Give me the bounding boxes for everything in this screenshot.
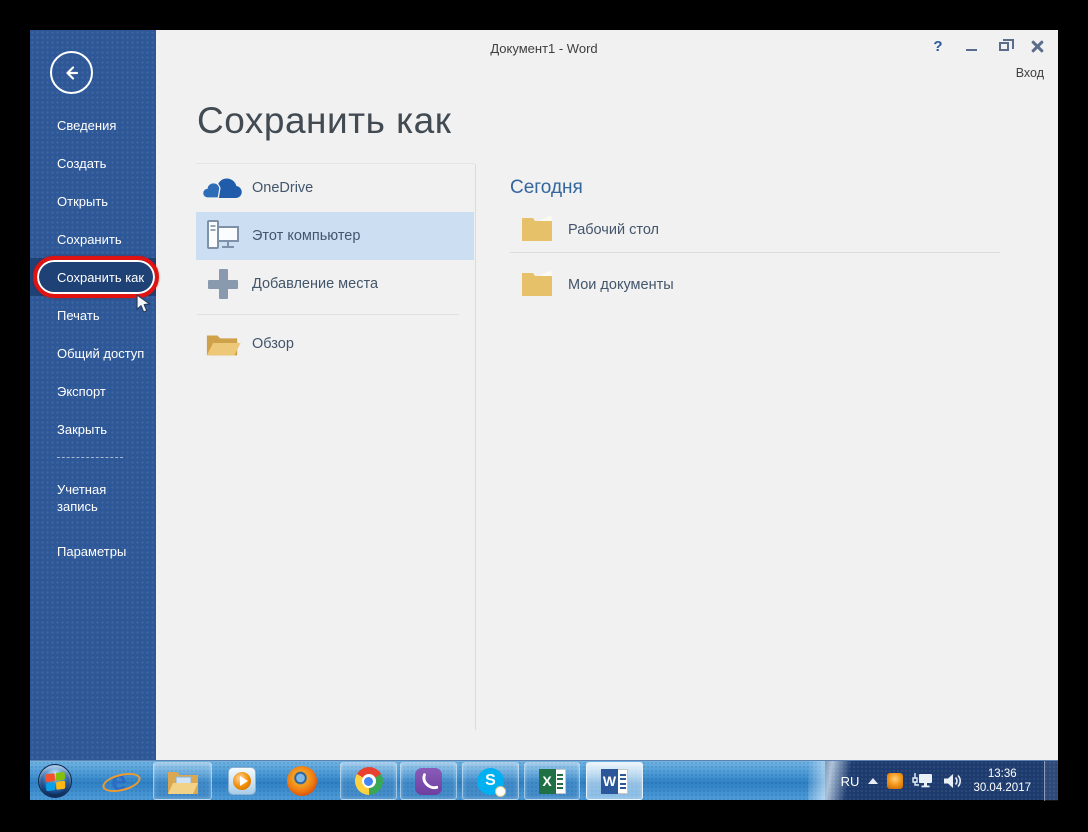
column-divider [475,164,476,730]
taskbar-item-firefox[interactable] [287,766,317,796]
place-label: Этот компьютер [252,228,361,244]
ie-icon: e [104,766,134,796]
skype-status-dot [495,785,506,797]
skype-icon: S [477,767,506,797]
language-indicator[interactable]: RU [841,774,860,789]
taskbar-item-viber[interactable] [400,762,457,800]
place-label: Добавление места [252,276,379,292]
tray-date: 30.04.2017 [973,782,1031,794]
start-button[interactable] [38,764,72,798]
place-label: OneDrive [252,180,314,196]
taskbar-item-excel[interactable]: X [524,762,580,800]
sidebar-item-print[interactable]: Печать [30,296,156,334]
sidebar-item-options[interactable]: Параметры [30,532,156,570]
taskbar-item-explorer[interactable] [153,762,212,800]
sidebar-item-share[interactable]: Общий доступ [30,334,156,372]
backstage-sidebar: Сведения Создать Открыть Сохранить Сохра… [30,30,156,760]
volume-icon[interactable] [943,773,962,789]
sidebar-separator [57,457,123,458]
network-icon[interactable] [912,772,934,790]
close-button[interactable] [1024,35,1050,57]
folder-icon [520,267,554,304]
minimize-icon [965,49,977,51]
media-player-icon [228,767,256,795]
folder-label: Рабочий стол [568,222,660,238]
window-controls: ? [925,35,1050,57]
sidebar-item-label: Общий доступ [57,345,145,361]
sidebar-item-label: Сохранить [57,231,122,247]
taskbar-item-wmp[interactable] [227,766,257,796]
firefox-icon [287,766,317,796]
sidebar-item-label: Учетная запись [57,482,107,514]
place-item-onedrive[interactable]: OneDrive [196,164,474,212]
sidebar-item-label: Создать [57,155,107,171]
sidebar-item-label: Открыть [57,193,109,209]
page-title: Сохранить как [197,100,452,141]
sidebar-item-export[interactable]: Экспорт [30,372,156,410]
sidebar-item-label: Экспорт [57,383,106,399]
close-icon [1031,40,1044,53]
browse-folder-icon [200,330,246,358]
hidden-icons-chevron-icon[interactable] [868,778,879,784]
sidebar-item-save[interactable]: Сохранить [30,220,156,258]
taskbar: e S X W RU 13:36 30.04.2017 [30,760,1058,801]
place-label: Обзор [252,336,294,352]
word-icon: W [601,768,628,794]
computer-icon [200,218,246,254]
back-arrow-icon [65,65,78,80]
window-title: Документ1 - Word [490,41,598,56]
tray-time: 13:36 [987,768,1017,780]
place-item-this-pc[interactable]: Этот компьютер [196,212,474,260]
folder-icon [520,212,554,249]
place-item-browse[interactable]: Обзор [196,320,474,368]
recent-group-heading: Сегодня [510,177,583,198]
onedrive-cloud-icon [200,176,246,200]
tray-app-icon[interactable] [887,773,904,789]
folder-item-my-documents[interactable]: Мои документы [510,263,1010,307]
folder-label: Мои документы [568,277,674,293]
sidebar-item-account[interactable]: Учетная запись [30,474,156,522]
taskbar-item-ie[interactable]: e [104,766,134,796]
chrome-icon [354,767,383,795]
sidebar-item-label: Закрыть [57,421,108,437]
taskbar-item-word[interactable]: W [586,762,643,800]
recent-separator [510,252,1000,253]
places-separator [197,314,459,315]
add-place-plus-icon [208,269,238,299]
back-button[interactable] [50,51,93,94]
minimize-button[interactable] [958,35,984,57]
help-icon: ? [933,37,943,55]
windows-logo-icon [45,771,65,791]
place-item-add-place[interactable]: Добавление места [196,260,474,308]
sidebar-item-label: Сведения [57,117,117,133]
system-tray: RU 13:36 30.04.2017 [841,761,1058,801]
excel-icon: X [538,768,566,794]
sign-in-link[interactable]: Вход [1016,66,1044,80]
folder-item-desktop[interactable]: Рабочий стол [510,208,1010,252]
sidebar-item-label: Печать [57,307,100,323]
sidebar-item-label: Сохранить как [57,269,145,285]
sidebar-item-new[interactable]: Создать [30,144,156,182]
tray-clock[interactable]: 13:36 30.04.2017 [973,767,1031,795]
taskbar-item-skype[interactable]: S [462,762,519,800]
help-button[interactable]: ? [925,35,951,57]
restore-button[interactable] [991,35,1017,57]
recent-section: Сегодня Рабочий стол Мои документы [510,177,1010,296]
sidebar-item-label: Параметры [57,543,127,559]
explorer-icon [167,768,199,795]
sidebar-item-info[interactable]: Сведения [30,106,156,144]
sidebar-item-close-doc[interactable]: Закрыть [30,410,156,448]
word-backstage-window: Документ1 - Word ? Вход Сведения Создать… [30,30,1058,760]
show-desktop-button[interactable] [1044,761,1058,801]
taskbar-item-chrome[interactable] [340,762,397,800]
viber-icon [415,767,442,795]
restore-icon [999,38,1014,51]
sidebar-item-save-as[interactable]: Сохранить как [30,258,156,296]
sidebar-item-open[interactable]: Открыть [30,182,156,220]
